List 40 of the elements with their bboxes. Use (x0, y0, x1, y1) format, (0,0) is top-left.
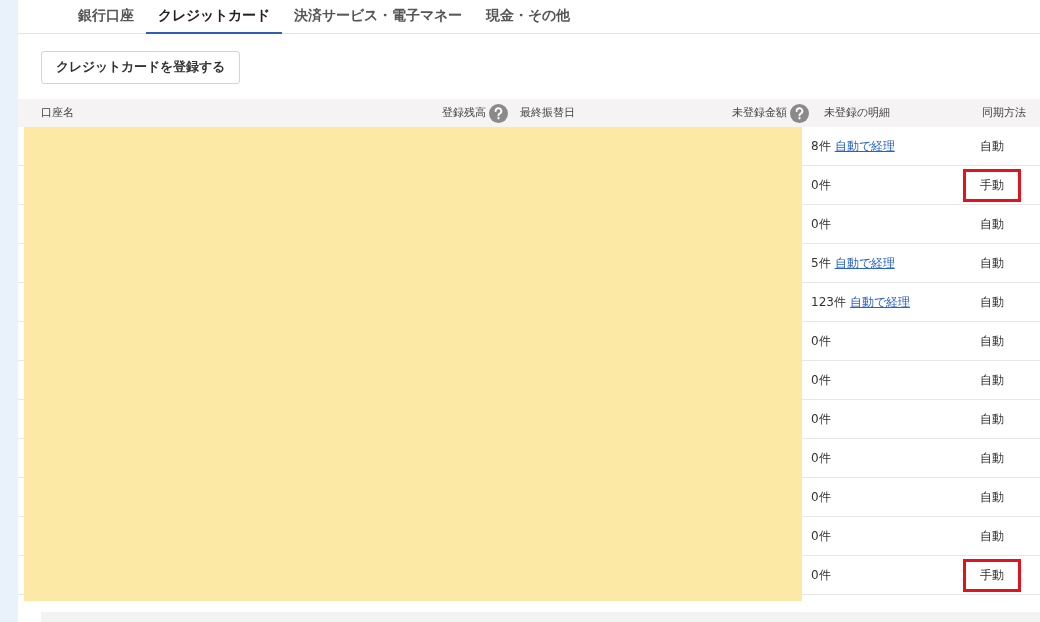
tab[interactable]: 決済サービス・電子マネー (282, 0, 474, 34)
sync-method: 自動 (979, 449, 1005, 467)
sync-method: 自動 (979, 137, 1005, 155)
column-header: 未登録金額 (732, 106, 787, 120)
column-header: 同期方法 (982, 106, 1026, 120)
statement-count: 0件 (811, 449, 831, 467)
statement-count: 5件 (811, 254, 831, 272)
column-header: 未登録の明細 (824, 106, 890, 120)
statement-count: 0件 (811, 176, 831, 194)
statement-count: 0件 (811, 410, 831, 428)
sync-method: 手動 (963, 168, 1021, 202)
tab[interactable]: 銀行口座 (66, 0, 146, 34)
auto-accounting-link[interactable]: 自動で経理 (849, 293, 910, 311)
auto-accounting-link[interactable]: 自動で経理 (834, 137, 895, 155)
sync-method: 自動 (979, 332, 1005, 350)
sync-method: 自動 (979, 488, 1005, 506)
statement-count: 0件 (811, 215, 831, 233)
sync-method: 自動 (979, 527, 1005, 545)
sync-method: 自動 (979, 293, 1005, 311)
tab[interactable]: クレジットカード (146, 0, 282, 34)
sync-method: 自動 (979, 410, 1005, 428)
help-icon[interactable] (790, 103, 809, 123)
statement-count: 0件 (811, 566, 831, 584)
statement-count: 0件 (811, 371, 831, 389)
statement-count: 0件 (811, 527, 831, 545)
sync-method: 自動 (979, 371, 1005, 389)
column-header: 最終振替日 (520, 106, 575, 120)
statement-count: 0件 (811, 488, 831, 506)
tab[interactable]: 現金・その他 (474, 0, 582, 34)
auto-accounting-link[interactable]: 自動で経理 (834, 254, 895, 272)
help-icon[interactable] (489, 103, 508, 123)
statement-count: 8件 (811, 137, 831, 155)
column-header: 口座名 (41, 106, 74, 120)
sync-method: 自動 (979, 254, 1005, 272)
statement-count: 123件 (811, 293, 846, 311)
sync-method: 手動 (963, 558, 1021, 592)
register-card-button[interactable]: クレジットカードを登録する (41, 50, 240, 84)
statement-count: 0件 (811, 332, 831, 350)
column-header: 登録残高 (442, 106, 486, 120)
sync-method: 自動 (979, 215, 1005, 233)
